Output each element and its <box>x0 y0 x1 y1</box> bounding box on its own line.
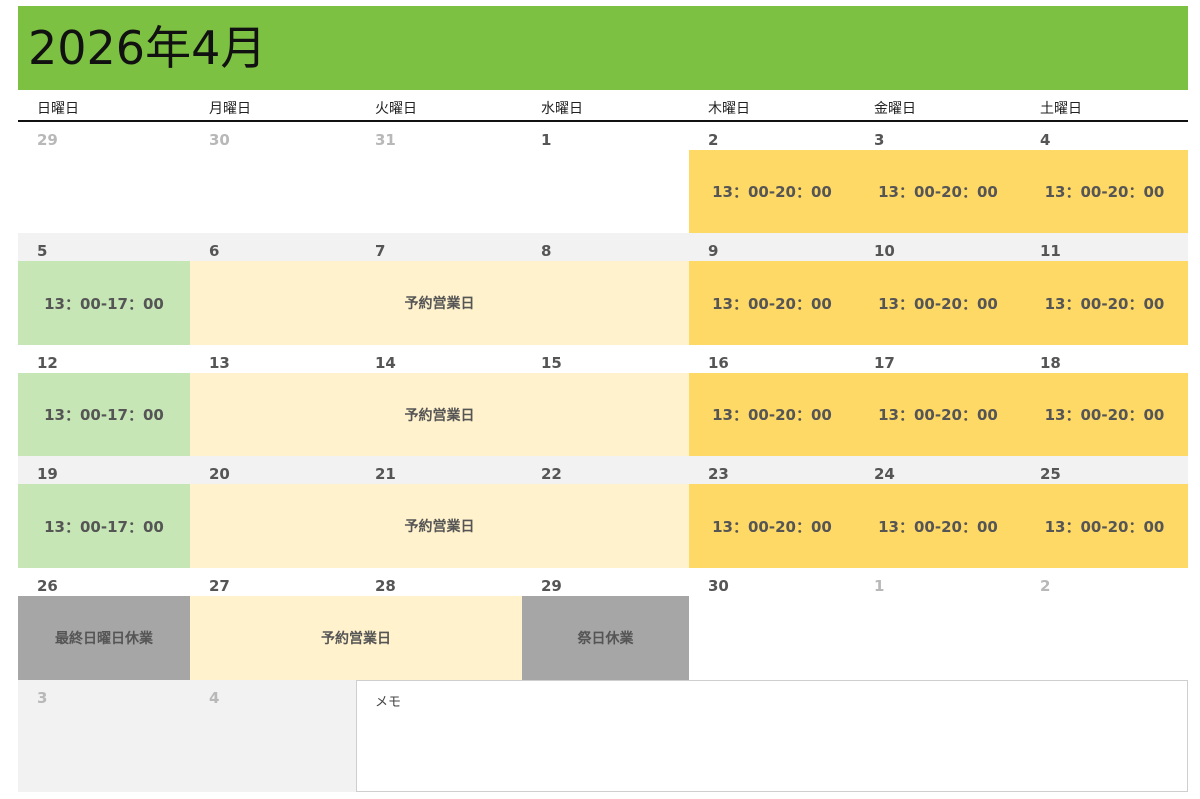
hours-block[interactable]: 13：00-20：00 <box>855 484 1021 568</box>
date-cell[interactable]: 8 <box>541 242 551 260</box>
memo-box[interactable]: メモ <box>356 680 1188 792</box>
memo-label: メモ <box>375 695 402 710</box>
week-3-date-band <box>18 345 1188 373</box>
date-cell[interactable]: 11 <box>1040 242 1061 260</box>
date-cell[interactable]: 19 <box>37 465 58 483</box>
date-cell[interactable]: 10 <box>874 242 895 260</box>
date-cell[interactable]: 17 <box>874 354 895 372</box>
hours-block[interactable]: 13：00-20：00 <box>689 373 855 456</box>
week-4-date-band <box>18 456 1188 484</box>
holiday-closed-block[interactable]: 祭日休業 <box>522 596 689 680</box>
date-cell[interactable]: 18 <box>1040 354 1061 372</box>
calendar-title: 2026年4月 <box>28 21 267 75</box>
date-cell[interactable]: 3 <box>37 689 47 707</box>
week-2-date-band <box>18 233 1188 261</box>
hours-block[interactable]: 13：00-20：00 <box>1021 373 1188 456</box>
date-cell[interactable]: 29 <box>37 131 58 149</box>
hours-block[interactable]: 13：00-20：00 <box>855 150 1021 233</box>
date-cell[interactable]: 13 <box>209 354 230 372</box>
weekday-header-row: 日曜日 月曜日 火曜日 水曜日 木曜日 金曜日 土曜日 <box>18 90 1188 122</box>
weekday-wednesday: 水曜日 <box>541 101 583 117</box>
date-cell[interactable]: 1 <box>541 131 551 149</box>
date-cell[interactable]: 21 <box>375 465 396 483</box>
hours-block[interactable]: 13：00-20：00 <box>855 261 1021 345</box>
weekday-sunday: 日曜日 <box>37 101 79 117</box>
weekday-monday: 月曜日 <box>209 101 251 117</box>
date-cell[interactable]: 30 <box>708 577 729 595</box>
date-cell[interactable]: 2 <box>1040 577 1050 595</box>
hours-block[interactable]: 13：00-20：00 <box>689 150 855 233</box>
sunday-hours-block[interactable]: 13：00-17：00 <box>18 484 190 568</box>
date-cell[interactable]: 28 <box>375 577 396 595</box>
hours-block[interactable]: 13：00-20：00 <box>855 373 1021 456</box>
calendar-header: 2026年4月 <box>18 6 1188 90</box>
hours-block[interactable]: 13：00-20：00 <box>689 261 855 345</box>
date-cell[interactable]: 22 <box>541 465 562 483</box>
date-cell[interactable]: 12 <box>37 354 58 372</box>
hours-block[interactable]: 13：00-20：00 <box>689 484 855 568</box>
weekday-tuesday: 火曜日 <box>375 101 417 117</box>
date-cell[interactable]: 1 <box>874 577 884 595</box>
date-cell[interactable]: 4 <box>1040 131 1050 149</box>
date-cell[interactable]: 16 <box>708 354 729 372</box>
date-cell[interactable]: 15 <box>541 354 562 372</box>
hours-block[interactable]: 13：00-20：00 <box>1021 150 1188 233</box>
sunday-hours-block[interactable]: 13：00-17：00 <box>18 373 190 456</box>
date-cell[interactable]: 27 <box>209 577 230 595</box>
date-cell[interactable]: 24 <box>874 465 895 483</box>
date-cell[interactable]: 26 <box>37 577 58 595</box>
date-cell[interactable]: 4 <box>209 689 219 707</box>
weekday-friday: 金曜日 <box>874 101 916 117</box>
date-cell[interactable]: 9 <box>708 242 718 260</box>
reservation-block[interactable]: 予約営業日 <box>190 261 689 345</box>
date-cell[interactable]: 30 <box>209 131 230 149</box>
date-cell[interactable]: 6 <box>209 242 219 260</box>
date-cell[interactable]: 25 <box>1040 465 1061 483</box>
week-5-date-band <box>18 568 689 596</box>
date-cell[interactable]: 14 <box>375 354 396 372</box>
closed-block[interactable]: 最終日曜日休業 <box>18 596 190 680</box>
hours-block[interactable]: 13：00-20：00 <box>1021 484 1188 568</box>
weekday-saturday: 土曜日 <box>1040 101 1082 117</box>
reservation-block[interactable]: 予約営業日 <box>190 484 689 568</box>
date-cell[interactable]: 20 <box>209 465 230 483</box>
sunday-hours-block[interactable]: 13：00-17：00 <box>18 261 190 345</box>
reservation-block[interactable]: 予約営業日 <box>190 373 689 456</box>
calendar-page: 2026年4月 日曜日 月曜日 火曜日 水曜日 木曜日 金曜日 土曜日 29 3… <box>18 6 1188 792</box>
date-cell[interactable]: 29 <box>541 577 562 595</box>
week-6-background <box>18 680 356 792</box>
reservation-block[interactable]: 予約営業日 <box>190 596 522 680</box>
date-cell[interactable]: 3 <box>874 131 884 149</box>
date-cell[interactable]: 2 <box>708 131 718 149</box>
weekday-thursday: 木曜日 <box>708 101 750 117</box>
date-cell[interactable]: 31 <box>375 131 396 149</box>
date-cell[interactable]: 7 <box>375 242 385 260</box>
date-cell[interactable]: 5 <box>37 242 47 260</box>
hours-block[interactable]: 13：00-20：00 <box>1021 261 1188 345</box>
date-cell[interactable]: 23 <box>708 465 729 483</box>
